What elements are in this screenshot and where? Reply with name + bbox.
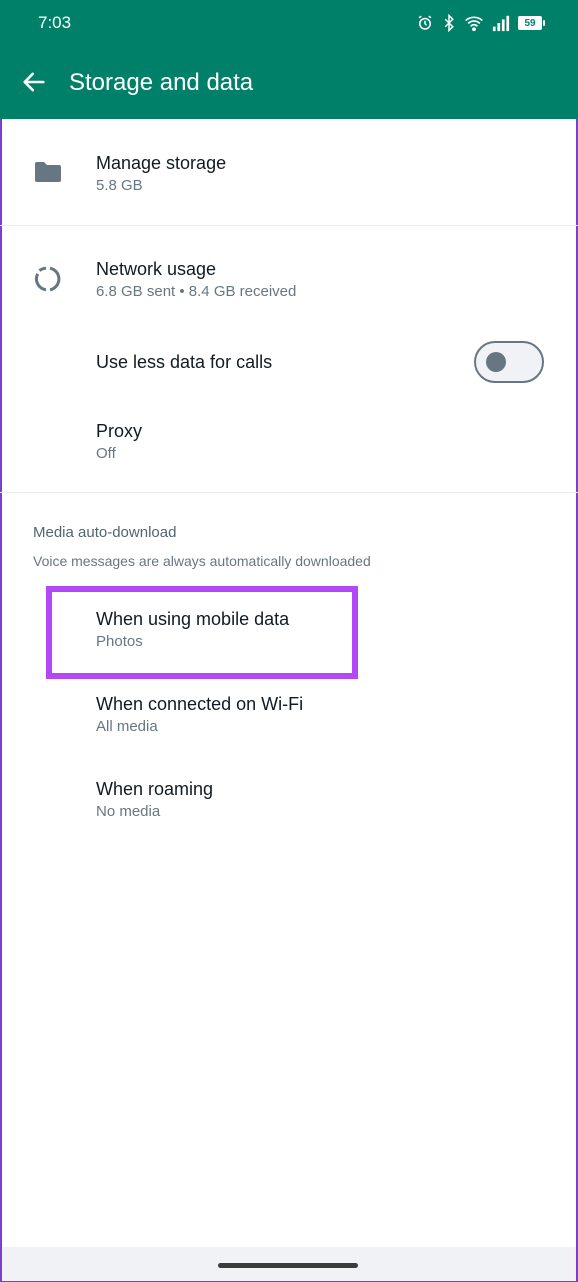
- bluetooth-icon: [444, 14, 454, 32]
- wifi-row[interactable]: When connected on Wi-Fi All media: [0, 680, 578, 760]
- proxy-label: Proxy: [96, 421, 143, 441]
- manage-storage-label: Manage storage: [96, 153, 227, 173]
- manage-storage-row[interactable]: Manage storage 5.8 GB: [0, 140, 578, 225]
- mobile-data-value: Photos: [96, 633, 143, 650]
- toggle-knob: [486, 352, 506, 372]
- gesture-nav-bar: [2, 1247, 576, 1281]
- data-usage-icon: [34, 266, 61, 292]
- home-indicator[interactable]: [218, 1263, 358, 1268]
- roaming-value: No media: [96, 803, 161, 820]
- mobile-data-row[interactable]: When using mobile data Photos: [0, 594, 578, 674]
- wifi-icon: [465, 16, 483, 32]
- page-title: Storage and data: [69, 69, 254, 96]
- status-time: 7:03: [38, 13, 72, 32]
- app-bar: 7:03 59 Storage and data: [0, 0, 578, 119]
- divider: [0, 492, 578, 493]
- alarm-icon: [418, 15, 432, 30]
- manage-storage-value: 5.8 GB: [96, 177, 143, 194]
- wifi-label: When connected on Wi-Fi: [96, 694, 304, 714]
- back-arrow-icon: [23, 72, 45, 92]
- less-data-calls-label: Use less data for calls: [96, 352, 273, 372]
- roaming-label: When roaming: [96, 779, 214, 799]
- network-usage-label: Network usage: [96, 259, 217, 279]
- network-usage-row[interactable]: Network usage 6.8 GB sent • 8.4 GB recei…: [0, 245, 578, 320]
- less-data-calls-toggle[interactable]: [474, 341, 544, 383]
- divider: [0, 225, 578, 226]
- network-usage-value: 6.8 GB sent • 8.4 GB received: [96, 283, 297, 300]
- battery-icon: 59: [518, 16, 545, 30]
- status-bar: 7:03 59: [0, 0, 578, 46]
- section-subtitle: Voice messages are always automatically …: [33, 553, 371, 569]
- proxy-row[interactable]: Proxy Off: [0, 405, 578, 485]
- roaming-row[interactable]: When roaming No media: [0, 765, 578, 845]
- status-icons: 59: [416, 12, 545, 34]
- back-button[interactable]: [20, 68, 48, 96]
- wifi-value: All media: [96, 718, 158, 735]
- signal-icon: [492, 15, 510, 32]
- folder-icon: [35, 162, 61, 182]
- mobile-data-label: When using mobile data: [96, 609, 290, 629]
- section-title: Media auto-download: [33, 524, 177, 541]
- proxy-value: Off: [96, 445, 116, 462]
